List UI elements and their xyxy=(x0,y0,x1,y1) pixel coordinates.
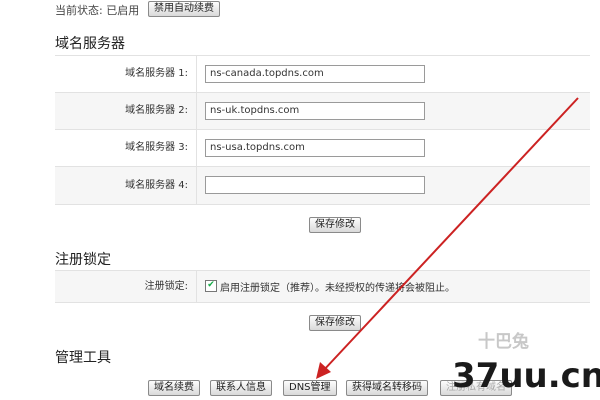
arrow-line xyxy=(321,97,579,373)
watermark-cn-logo: 十巴兔 xyxy=(478,332,529,352)
watermark-brand-logo: 37uu.cn xyxy=(452,356,600,396)
